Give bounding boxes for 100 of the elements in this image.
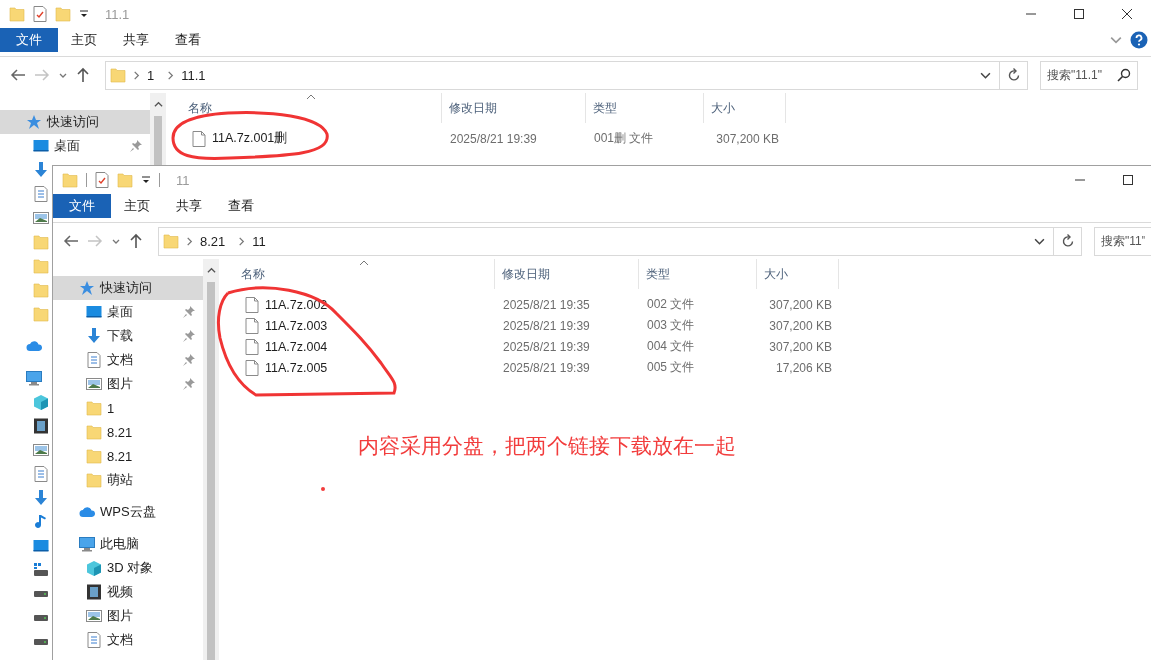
file-type: 002 文件 [646, 296, 696, 313]
document-icon [86, 632, 102, 648]
back-button[interactable] [10, 68, 26, 82]
star-icon [79, 280, 95, 296]
pin-icon[interactable] [183, 378, 195, 390]
file-name[interactable]: 11A.7z.002 [265, 297, 328, 312]
file-name[interactable]: 11A.7z.001删 [212, 130, 288, 147]
desktop-icon [33, 138, 49, 154]
file-name[interactable]: 11A.7z.003 [265, 318, 328, 333]
chevron-icon [185, 236, 194, 246]
search-box[interactable]: 搜索"11" [1094, 226, 1151, 256]
file-date: 2025/8/21 19:39 [502, 318, 591, 333]
file-name[interactable]: 11A.7z.004 [265, 339, 328, 354]
dropdown-icon[interactable] [79, 9, 89, 19]
column-header[interactable]: 大小 [757, 265, 788, 283]
refresh-icon [1006, 68, 1021, 82]
search-icon [1117, 68, 1131, 82]
column-header[interactable]: 类型 [586, 99, 617, 117]
window-title: 11 [176, 172, 190, 188]
search-field[interactable]: 搜索"11" [1101, 234, 1145, 248]
file-icon [245, 359, 259, 376]
chevron-icon [132, 70, 141, 80]
scroll-up-icon [153, 100, 163, 109]
file-menu-tab[interactable]: 文件 [0, 28, 58, 52]
folder-icon [62, 172, 78, 188]
file-type: 003 文件 [646, 317, 696, 334]
back-button[interactable] [63, 234, 79, 248]
file-date: 2025/8/21 19:39 [449, 131, 538, 146]
sidebar-item[interactable]: 8.21 [53, 420, 203, 444]
sidebar-item[interactable]: 视频 [53, 580, 203, 604]
sidebar-item[interactable]: 文档 [53, 348, 203, 372]
sidebar-item[interactable]: 文档 [53, 628, 203, 652]
refresh-icon [1060, 234, 1075, 248]
maximize-icon [1073, 8, 1085, 20]
search-field[interactable]: 搜索"11.1" [1047, 68, 1113, 82]
breadcrumb[interactable]: 8.21 [194, 233, 232, 249]
sort-up-icon [306, 94, 316, 100]
column-header[interactable]: 名称 [166, 99, 212, 117]
sidebar-item[interactable]: 图片 [53, 604, 203, 628]
maximize-icon [1122, 174, 1134, 186]
file-date: 2025/8/21 19:39 [502, 360, 591, 375]
help-icon[interactable] [1130, 31, 1148, 49]
address-bar[interactable]: 1 11.1 [105, 60, 1028, 90]
sidebar-item[interactable]: 桌面 [53, 300, 203, 324]
column-header[interactable]: 类型 [639, 265, 670, 283]
column-header[interactable]: 大小 [704, 99, 735, 117]
scroll-up-icon [206, 266, 216, 275]
pin-icon[interactable] [130, 140, 142, 152]
breadcrumb[interactable]: 11 [246, 233, 272, 249]
pin-icon[interactable] [183, 306, 195, 318]
cube-icon [86, 560, 102, 576]
up-button[interactable] [76, 67, 90, 83]
dropdown-icon[interactable] [141, 175, 151, 185]
sidebar-item[interactable]: 桌面 [0, 134, 150, 158]
address-bar[interactable]: 8.21 11 [158, 226, 1082, 256]
file-type: 001删 文件 [593, 130, 655, 147]
pin-icon[interactable] [183, 354, 195, 366]
properties-icon[interactable] [95, 172, 109, 188]
up-button[interactable] [129, 233, 143, 249]
file-menu-tab[interactable]: 文件 [53, 194, 111, 218]
file-type: 004 文件 [646, 338, 696, 355]
sidebar-item[interactable]: 3D 对象 [53, 556, 203, 580]
sidebar-item[interactable]: WPS云盘 [53, 500, 203, 524]
search-box[interactable]: 搜索"11.1" [1040, 60, 1138, 90]
file-date: 2025/8/21 19:39 [502, 339, 591, 354]
file-icon [192, 130, 206, 147]
sidebar-item[interactable]: 图片 [53, 372, 203, 396]
sidebar-item[interactable]: 快速访问 [0, 110, 150, 134]
sidebar-item[interactable]: 萌站 [53, 468, 203, 492]
ribbon-tab[interactable]: 共享 [163, 194, 215, 218]
file-icon [245, 338, 259, 355]
ribbon-tab[interactable]: 主页 [58, 28, 110, 52]
sidebar-item[interactable]: 8.21 [53, 444, 203, 468]
sidebar-item[interactable]: 此电脑 [53, 532, 203, 556]
folder-icon [86, 424, 102, 440]
annotation-note: 内容采用分盘，把两个链接下载放在一起 [358, 433, 736, 459]
pin-icon[interactable] [183, 330, 195, 342]
scrollbar[interactable] [203, 259, 219, 660]
file-name[interactable]: 11A.7z.005 [265, 360, 328, 375]
breadcrumb[interactable]: 1 [141, 67, 161, 83]
sidebar-item[interactable]: 下载 [53, 324, 203, 348]
ribbon-tab[interactable]: 查看 [162, 28, 214, 52]
sidebar-item[interactable]: 1 [53, 396, 203, 420]
folder-icon [110, 67, 126, 83]
folder-icon [163, 233, 179, 249]
column-header[interactable]: 修改日期 [495, 265, 550, 283]
ribbon-tab[interactable]: 查看 [215, 194, 267, 218]
ribbon-tab[interactable]: 共享 [110, 28, 162, 52]
folder-icon [86, 448, 102, 464]
file-icon [245, 296, 259, 313]
file-date: 2025/8/21 19:35 [502, 297, 591, 312]
sidebar-item[interactable]: 快速访问 [53, 276, 203, 300]
properties-icon[interactable] [33, 6, 47, 22]
file-icon [245, 317, 259, 334]
column-header[interactable]: 名称 [219, 265, 265, 283]
file-size: 307,200 KB [768, 318, 833, 333]
ribbon-tab[interactable]: 主页 [111, 194, 163, 218]
breadcrumb[interactable]: 11.1 [175, 67, 212, 83]
column-header[interactable]: 修改日期 [442, 99, 497, 117]
file-size: 307,200 KB [768, 339, 833, 354]
